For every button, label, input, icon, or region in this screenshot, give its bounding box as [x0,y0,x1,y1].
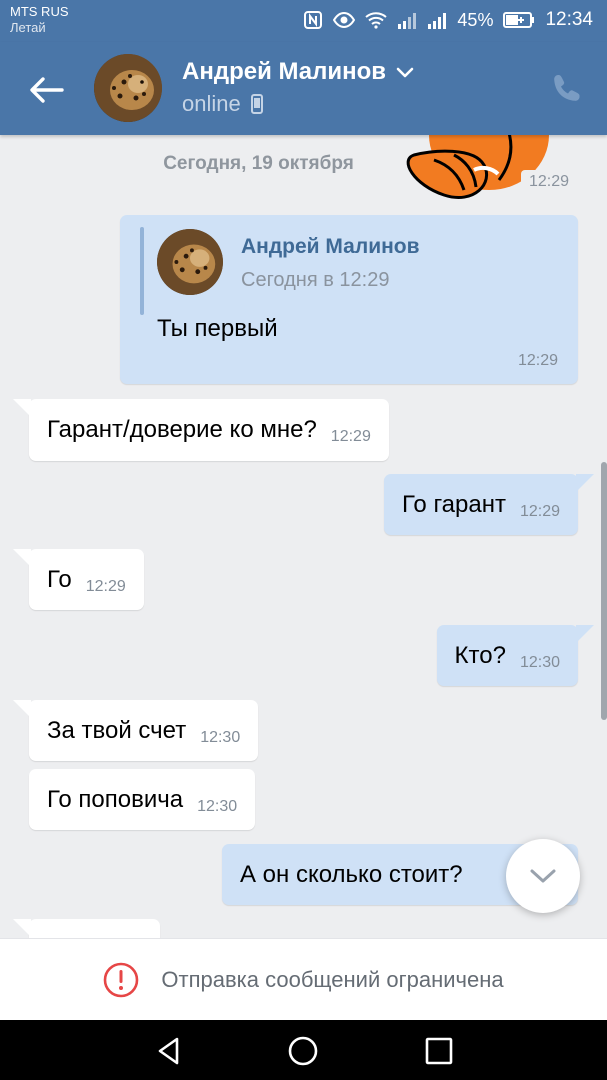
forwarded-text: Ты первый [157,315,278,342]
online-status: online [182,91,241,116]
forward-quote-bar [140,227,144,315]
message-incoming[interactable]: Го поповича 12:30 [29,769,256,830]
chevron-down-icon[interactable] [396,66,414,78]
message-incoming[interactable]: Гарант/доверие ко мне? 12:29 [13,399,389,461]
date-separator: Сегодня, 19 октября [163,153,354,174]
message-text: Го [47,565,72,593]
messaging-restricted-bar: Отправка сообщений ограничена [0,938,607,1020]
contact-avatar[interactable] [94,54,162,122]
phone-call-icon[interactable] [551,72,583,104]
nfc-icon [304,11,323,29]
message-outgoing[interactable]: Кто? 12:30 [436,625,594,686]
carrier-name: MTS RUS [10,4,69,19]
bubble-tail [576,625,594,643]
message-text: Го поповича [47,785,184,813]
battery-percent: 45% [457,9,494,30]
message-time: 12:29 [85,577,126,595]
nav-back-icon[interactable] [152,1034,186,1068]
nav-home-icon[interactable] [286,1034,320,1068]
bubble-tail [13,700,31,718]
carrier-secondary: Летай [10,20,46,35]
message-list[interactable]: Сегодня, 19 октября 12:29 Андрей Малинов… [0,135,607,938]
forwarded-date: Сегодня в 12:29 [241,269,390,291]
bubble-tail [13,919,31,937]
status-icons: 45% 12:34 [303,8,593,32]
message-time: 12:30 [197,797,238,815]
message-time: 12:29 [517,352,558,369]
signal-icon [398,13,417,29]
forwarded-author-avatar[interactable] [157,229,223,295]
forwarded-author[interactable]: Андрей Малинов [241,235,420,259]
message-incoming[interactable]: За твой счет 12:30 [13,700,259,761]
phone-icon-small [250,94,263,114]
contact-name-text: Андрей Малинов [182,58,387,85]
bubble-tail [576,474,594,492]
restriction-text: Отправка сообщений ограничена [161,966,504,992]
back-arrow-icon[interactable] [26,70,66,110]
message-incoming[interactable]: Го 12:29 [13,549,144,610]
message-text: А он сколько стоит? [240,860,463,888]
message-text: Кто? [454,641,506,669]
contact-name[interactable]: Андрей Малинов [182,58,414,86]
status-bar: MTS RUS Летай 45% 12:34 [0,0,607,42]
message-text: Го гарант [402,490,506,518]
alert-circle-icon [104,962,139,997]
status-time: 12:34 [545,9,593,30]
system-nav-bar [0,1020,607,1080]
chevron-down-icon [530,869,556,883]
sticker-time: 12:29 [520,170,577,194]
bubble-tail [13,399,31,417]
eye-icon [333,11,356,29]
carrier-info: MTS RUS Летай [10,4,69,36]
message-text: Гарант/доверие ко мне? [47,416,317,443]
scroll-down-button[interactable] [506,839,580,913]
message-text: За твой счет [47,716,187,744]
signal-icon-2 [428,13,447,29]
message-time: 12:29 [330,428,371,445]
contact-status: online [182,91,263,117]
scrollbar[interactable] [601,462,607,720]
bubble-tail [13,549,31,567]
message-time: 12:30 [519,653,560,671]
message-incoming-partial[interactable] [13,919,160,938]
nav-recents-icon[interactable] [422,1034,456,1068]
chat-header: Андрей Малинов online [0,42,607,135]
message-time: 12:30 [200,728,241,746]
wifi-icon [365,12,388,29]
battery-icon [503,12,535,28]
forwarded-message[interactable]: Андрей Малинов Сегодня в 12:29 Ты первый… [120,215,578,384]
message-outgoing[interactable]: Го гарант 12:29 [384,474,594,535]
message-time: 12:29 [519,502,560,520]
